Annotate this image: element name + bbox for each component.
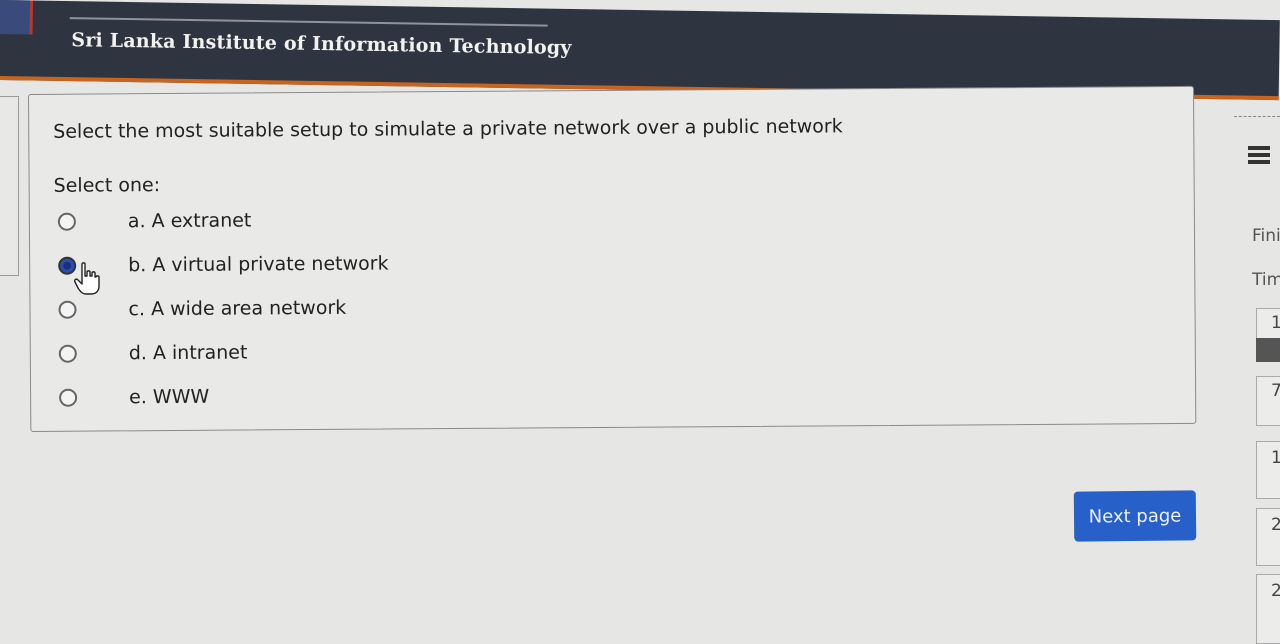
answer-option-b[interactable]: b. A virtual private network [58,248,389,280]
left-panel-edge [0,96,19,276]
question-nav-box[interactable]: 1 [1256,441,1280,499]
option-label-a: a. A extranet [127,209,252,233]
sliit-logo [0,0,33,35]
sidebar-divider [1234,116,1280,117]
option-label-b: b. A virtual private network [128,252,389,277]
site-header: Sri Lanka Institute of Information Techn… [0,0,1280,101]
hamburger-icon[interactable] [1248,146,1270,168]
question-nav-box[interactable]: 2 [1256,574,1280,644]
quiz-navigation-sidebar: Fini Tim 1 7 1 2 2 [1210,96,1280,644]
answer-option-a[interactable]: a. A extranet [57,205,252,236]
finish-attempt-link[interactable]: Fini [1252,226,1280,246]
option-label-d: d. A intranet [128,341,248,365]
option-label-c: c. A wide area network [128,296,347,321]
question-nav-box[interactable]: 7 [1256,376,1280,426]
option-label-e: e. WWW [129,385,210,409]
radio-button-c[interactable] [58,300,77,319]
question-prompt: Select the most suitable setup to simula… [53,115,843,143]
answer-option-c[interactable]: c. A wide area network [58,293,346,325]
radio-button-d[interactable] [58,344,77,363]
answer-option-e[interactable]: e. WWW [59,382,209,413]
header-divider [69,17,548,27]
hand-pointer-icon [74,262,100,295]
select-one-instruction: Select one: [53,174,161,197]
question-card: Select the most suitable setup to simula… [28,85,1197,432]
answer-option-d[interactable]: d. A intranet [58,337,248,368]
time-left-label: Tim [1252,270,1280,290]
radio-button-a[interactable] [57,212,76,231]
next-page-button[interactable]: Next page [1073,490,1197,542]
organization-name: Sri Lanka Institute of Information Techn… [71,29,572,59]
radio-button-e[interactable] [59,388,78,407]
question-nav-box[interactable]: 2 [1256,508,1280,566]
current-question-indicator [1256,338,1280,362]
